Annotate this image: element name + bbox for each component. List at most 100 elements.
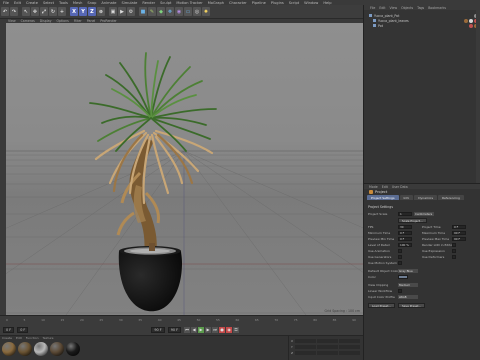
menu-item-help[interactable]: Help: [323, 1, 331, 5]
record-icon[interactable]: ●: [219, 326, 226, 333]
attribute-value-field[interactable]: 0 F: [452, 225, 466, 229]
previous-key-icon[interactable]: ◀: [191, 326, 198, 333]
coordinate-system-icon[interactable]: ⊕: [97, 7, 105, 16]
material-swatch[interactable]: [2, 342, 16, 356]
attribute-checkbox[interactable]: [452, 255, 456, 259]
coordinate-field[interactable]: [339, 338, 360, 343]
coordinate-field[interactable]: [295, 338, 316, 343]
object-menu-tags[interactable]: Tags: [417, 6, 424, 10]
scale-project-button[interactable]: Scale Project...: [398, 218, 427, 223]
end-frame-field[interactable]: 90 F: [151, 326, 165, 333]
redo-icon[interactable]: ↷: [10, 7, 18, 16]
attribute-checkbox[interactable]: [452, 249, 456, 253]
menu-item-select[interactable]: Select: [43, 1, 54, 5]
menu-item-snap[interactable]: Snap: [87, 1, 96, 5]
menu-item-edit[interactable]: Edit: [14, 1, 21, 5]
menu-item-simulate[interactable]: Simulate: [121, 1, 137, 5]
attribute-checkbox[interactable]: [398, 249, 402, 253]
coordinate-field[interactable]: [317, 344, 338, 349]
menu-item-window[interactable]: Window: [304, 1, 318, 5]
object-menu-file[interactable]: File: [370, 6, 375, 10]
render-settings-icon[interactable]: ⚙: [127, 7, 135, 16]
recent-tool-icon[interactable]: +: [58, 7, 66, 16]
menu-item-file[interactable]: File: [3, 1, 9, 5]
view-clipping-dropdown[interactable]: Medium: [398, 283, 418, 287]
default-color-dropdown[interactable]: Gray Blue: [398, 269, 418, 273]
array-icon[interactable]: ❖: [166, 7, 174, 16]
attribute-value-field[interactable]: 90 F: [452, 237, 466, 241]
attribute-value-field[interactable]: 90 F: [452, 231, 466, 235]
camera-icon[interactable]: ◎: [193, 7, 201, 16]
tab-info[interactable]: Info: [399, 195, 414, 200]
material-menu-create[interactable]: Create: [2, 336, 12, 340]
attribute-menu-edit[interactable]: Edit: [382, 185, 388, 189]
save-preset-button[interactable]: Save Preset...: [398, 303, 426, 308]
menu-item-mesh[interactable]: Mesh: [73, 1, 82, 5]
menu-item-create[interactable]: Create: [26, 1, 38, 5]
material-tag-icon[interactable]: [469, 23, 473, 28]
undo-icon[interactable]: ↶: [1, 7, 9, 16]
object-menu-bookmarks[interactable]: Bookmarks: [428, 6, 446, 10]
material-menu-texture[interactable]: Texture: [43, 336, 54, 340]
move-icon[interactable]: ✥: [31, 7, 39, 16]
cube-icon[interactable]: ■: [139, 7, 147, 16]
object-row[interactable]: Pot: [364, 23, 480, 28]
menu-item-plugins[interactable]: Plugins: [271, 1, 284, 5]
attribute-menu-user-data[interactable]: User Data: [392, 185, 408, 189]
scale-icon[interactable]: ⤢: [40, 7, 48, 16]
z-axis-lock-button[interactable]: Z: [88, 7, 96, 16]
menu-item-sculpt[interactable]: Sculpt: [160, 1, 171, 5]
menu-item-pipeline[interactable]: Pipeline: [252, 1, 266, 5]
go-to-start-icon[interactable]: ⏮: [184, 326, 191, 333]
autokey-icon[interactable]: ◉: [226, 326, 233, 333]
material-menu-function[interactable]: Function: [26, 336, 39, 340]
material-swatch[interactable]: [66, 342, 80, 356]
rotate-icon[interactable]: ↻: [49, 7, 57, 16]
attribute-value-field[interactable]: 100 %: [398, 243, 412, 247]
coordinate-field[interactable]: [317, 338, 338, 343]
deformer-icon[interactable]: ◉: [175, 7, 183, 16]
attribute-checkbox[interactable]: [452, 243, 456, 247]
material-swatch[interactable]: [50, 342, 64, 356]
perspective-viewport[interactable]: Grid Spacing : 100 cm: [6, 23, 363, 315]
render-picture-viewer-icon[interactable]: ▶: [118, 7, 126, 16]
attribute-value-field[interactable]: 0 F: [398, 231, 412, 235]
coordinate-field[interactable]: [317, 350, 338, 355]
attribute-checkbox[interactable]: [398, 255, 402, 259]
project-scale-field[interactable]: 1: [398, 212, 412, 216]
color-swatch[interactable]: [398, 275, 408, 279]
material-tag-icon[interactable]: [464, 18, 468, 23]
subdivision-icon[interactable]: ◆: [157, 7, 165, 16]
menu-item-render[interactable]: Render: [142, 1, 155, 5]
live-selection-icon[interactable]: ↖: [22, 7, 30, 16]
go-to-end-icon[interactable]: ⏭: [212, 326, 219, 333]
attribute-checkbox[interactable]: [398, 261, 402, 265]
floor-icon[interactable]: ▭: [184, 7, 192, 16]
attribute-value-field[interactable]: 0 F: [398, 237, 412, 241]
linear-workflow-checkbox[interactable]: [398, 289, 402, 293]
x-axis-lock-button[interactable]: X: [70, 7, 78, 16]
timeline-ruler[interactable]: 0 5 10 15 20 25 30 35 40 45 50 55 60 65 70 75 80 85 90: [0, 315, 363, 324]
tab-referencing[interactable]: Referencing: [438, 195, 464, 200]
coordinate-field[interactable]: [295, 344, 316, 349]
input-color-dropdown[interactable]: sRGB: [398, 295, 418, 299]
material-tag-icon[interactable]: [469, 18, 473, 23]
menu-item-character[interactable]: Character: [229, 1, 247, 5]
object-menu-view[interactable]: View: [390, 6, 398, 10]
menu-item-motion-tracker[interactable]: Motion Tracker: [176, 1, 202, 5]
y-axis-lock-button[interactable]: Y: [79, 7, 87, 16]
object-menu-objects[interactable]: Objects: [401, 6, 413, 10]
project-scale-unit-dropdown[interactable]: Centimeters: [414, 212, 434, 216]
menu-item-script[interactable]: Script: [289, 1, 299, 5]
menu-item-mograph[interactable]: MoGraph: [208, 1, 224, 5]
play-icon[interactable]: ▶: [198, 326, 205, 333]
tab-dynamics[interactable]: Dynamics: [414, 195, 438, 200]
attribute-menu-mode[interactable]: Mode: [369, 185, 378, 189]
coordinate-field[interactable]: [339, 350, 360, 355]
current-frame-field[interactable]: 0 F: [3, 326, 15, 333]
material-swatch[interactable]: [34, 342, 48, 356]
keyframe-selection-icon[interactable]: ⚿: [233, 326, 240, 333]
coordinate-field[interactable]: [295, 350, 316, 355]
next-key-icon[interactable]: ▶: [205, 326, 212, 333]
material-swatch[interactable]: [18, 342, 32, 356]
